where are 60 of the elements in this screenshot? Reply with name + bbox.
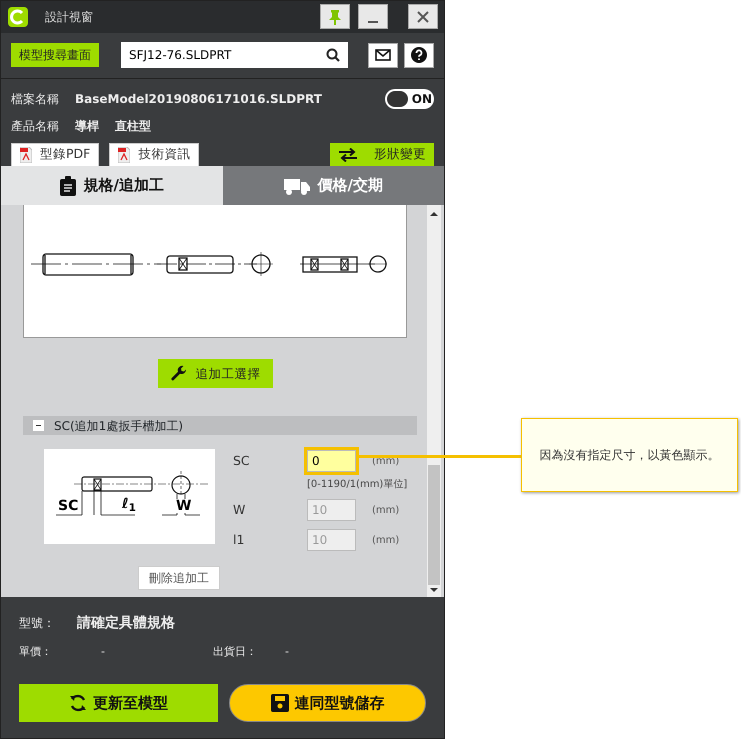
truck-icon bbox=[284, 176, 310, 195]
unit-label: (mm) bbox=[372, 454, 400, 469]
number-field[interactable]: 0 bbox=[307, 450, 356, 472]
file-name: BaseModel20190806171016.SLDPRT bbox=[75, 90, 323, 108]
product-name: 導桿 bbox=[75, 118, 99, 135]
scrollbar-thumb[interactable] bbox=[428, 464, 440, 584]
clipboard-icon bbox=[60, 176, 76, 196]
window-title: 設計視窗 bbox=[45, 8, 94, 26]
minimize-button[interactable] bbox=[358, 4, 388, 30]
toggle-switch[interactable]: ON bbox=[385, 88, 434, 109]
help-icon bbox=[411, 47, 427, 64]
shape-change-button[interactable]: 形狀變更 bbox=[330, 142, 434, 167]
tab[interactable]: 規格/追加工 bbox=[1, 166, 222, 206]
add-process-button[interactable]: 追加工選擇 bbox=[158, 359, 272, 388]
help-button[interactable] bbox=[404, 42, 434, 68]
field-label: SC bbox=[233, 452, 251, 470]
ship-date-value: - bbox=[285, 644, 289, 660]
field-label: 產品名稱 bbox=[11, 118, 59, 135]
search-icon bbox=[326, 48, 340, 62]
update-model-button[interactable]: 更新至模型 bbox=[19, 684, 218, 722]
field-label: 出貨日： bbox=[213, 644, 258, 660]
minimize-icon bbox=[368, 20, 378, 23]
dimension-label: SC bbox=[58, 499, 78, 514]
delete-process-button[interactable]: 刪除追加工 bbox=[138, 566, 220, 590]
pdf-button[interactable]: 技術資訊 bbox=[109, 142, 200, 167]
field-label: 型號： bbox=[19, 615, 56, 632]
pdf-icon bbox=[118, 146, 130, 163]
unit-label: (mm) bbox=[372, 504, 400, 518]
tab[interactable]: 價格/交期 bbox=[222, 166, 444, 206]
product-name: 直柱型 bbox=[115, 118, 151, 135]
scroll-up-icon[interactable] bbox=[430, 211, 438, 218]
mail-button[interactable] bbox=[368, 42, 398, 68]
section-title: SC(追加1處扳手槽加工) bbox=[54, 418, 183, 435]
search-screen-button[interactable]: 模型搜尋畫面 bbox=[11, 43, 99, 68]
search-field[interactable]: SFJ12-76.SLDPRT bbox=[121, 42, 348, 68]
refresh-icon bbox=[69, 694, 87, 712]
field-label: 單價： bbox=[19, 644, 53, 660]
field-label: W bbox=[233, 501, 246, 520]
app-logo-icon bbox=[7, 6, 29, 28]
pin-icon bbox=[328, 8, 342, 25]
model-number: 請確定具體規格 bbox=[77, 614, 175, 632]
wrench-icon bbox=[170, 364, 188, 383]
pdf-button[interactable]: 型錄PDF bbox=[11, 142, 100, 167]
save-with-model-button[interactable]: 連同型號儲存 bbox=[229, 684, 426, 722]
scroll-down-icon[interactable] bbox=[430, 586, 438, 592]
price-value: - bbox=[101, 644, 106, 660]
mail-icon bbox=[375, 49, 391, 62]
pdf-icon bbox=[20, 146, 32, 163]
close-button[interactable] bbox=[408, 4, 438, 30]
swap-arrows-icon bbox=[338, 148, 358, 162]
unit-label: (mm) bbox=[372, 534, 400, 548]
field-label: l1 bbox=[233, 531, 246, 550]
callout-note: 因為沒有指定尺寸，以黃色顯示。 bbox=[521, 418, 738, 492]
dimension-label: ℓ$_{1}$ bbox=[122, 497, 136, 512]
dimension-label: W bbox=[176, 499, 192, 514]
collapse-toggle-icon[interactable] bbox=[33, 420, 44, 432]
field-label: 檔案名稱 bbox=[11, 90, 59, 108]
range-hint: [0-1190/1(mm)單位] bbox=[307, 478, 408, 492]
close-icon bbox=[417, 10, 429, 23]
toggle-knob[interactable] bbox=[387, 90, 408, 107]
